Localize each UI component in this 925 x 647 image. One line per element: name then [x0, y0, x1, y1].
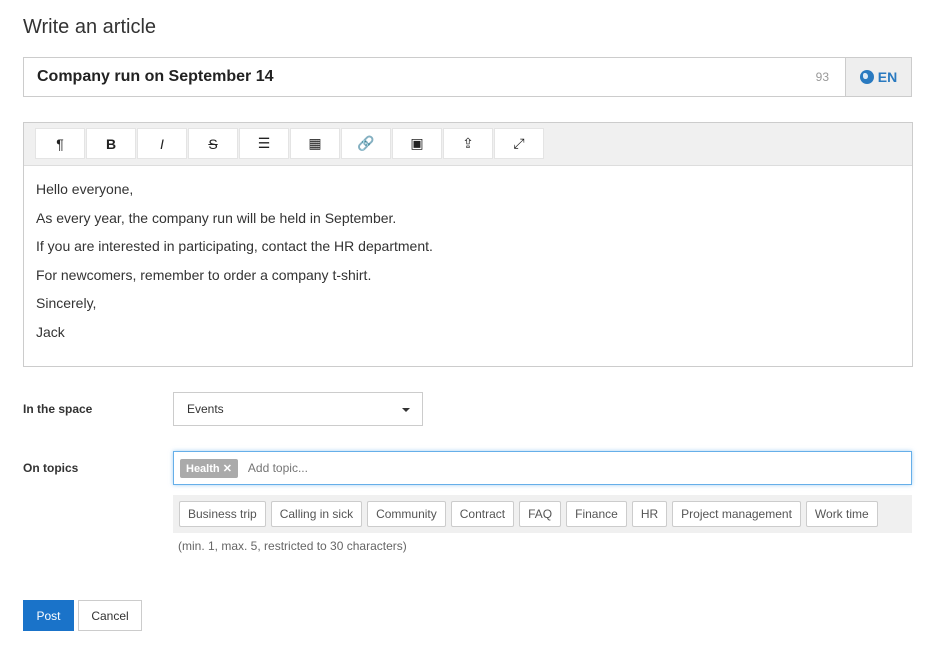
add-topic-input[interactable]	[247, 461, 911, 475]
italic-button[interactable]: I	[137, 128, 187, 159]
suggestion-chip[interactable]: HR	[631, 501, 668, 527]
table-icon: ▦	[308, 135, 322, 151]
suggestion-chip[interactable]: Calling in sick	[270, 501, 363, 527]
topic-suggestions: Business trip Calling in sick Community Con…	[173, 495, 912, 533]
strikethrough-button[interactable]: S	[188, 128, 238, 159]
space-label: In the space	[23, 402, 93, 416]
fullscreen-icon: ⤢	[513, 135, 525, 151]
table-button[interactable]: ▦	[290, 128, 340, 159]
suggestion-chip[interactable]: Community	[367, 501, 446, 527]
language-button[interactable]: EN	[845, 58, 911, 96]
page-title: Write an article	[23, 16, 157, 38]
bold-button[interactable]: B	[86, 128, 136, 159]
space-select[interactable]: Events	[173, 392, 423, 426]
paragraph: Jack	[36, 323, 65, 340]
topics-hint: (min. 1, max. 5, restricted to 30 charac…	[178, 539, 407, 553]
cancel-button[interactable]: Cancel	[78, 600, 142, 631]
paragraph: As every year, the company run will be h…	[36, 209, 397, 226]
paragraph-icon: ¶	[56, 135, 64, 152]
suggestion-chip[interactable]: Work time	[805, 501, 878, 527]
fullscreen-button[interactable]: ⤢	[494, 128, 544, 159]
upload-icon: ⇪	[462, 135, 474, 151]
image-icon: ▣	[410, 135, 424, 151]
post-button[interactable]: Post	[23, 600, 74, 631]
italic-icon: I	[160, 135, 164, 152]
article-title-field[interactable]: Company run on September 14 93 EN	[23, 57, 912, 97]
link-button[interactable]: 🔗	[341, 128, 391, 159]
paragraph: If you are interested in participating, …	[36, 238, 433, 255]
suggestion-chip[interactable]: Contract	[450, 501, 515, 527]
language-label: EN	[877, 69, 898, 85]
suggestion-chip[interactable]: FAQ	[519, 501, 562, 527]
paragraph: Hello everyone,	[36, 181, 134, 197]
paragraph-button[interactable]: ¶	[35, 128, 85, 159]
character-count: 93	[815, 70, 829, 84]
caret-down-icon	[402, 408, 410, 412]
remove-tag-icon[interactable]: ✕	[223, 463, 232, 475]
bold-icon: B	[105, 135, 117, 152]
article-title-input[interactable]: Company run on September 14	[24, 68, 816, 86]
suggestion-chip[interactable]: Project management	[672, 501, 801, 527]
rich-text-editor: ¶ B I S ☰ ▦ 🔗 ▣ ⇪ ⤢ Hello everyone, As every year,…	[23, 122, 913, 367]
space-value: Events	[187, 402, 224, 416]
link-icon: 🔗	[357, 135, 375, 151]
bullet-list-icon: ☰	[257, 135, 271, 151]
editor-toolbar: ¶ B I S ☰ ▦ 🔗 ▣ ⇪ ⤢	[24, 123, 912, 166]
strikethrough-icon: S	[208, 135, 218, 152]
image-button[interactable]: ▣	[392, 128, 442, 159]
paragraph: For newcomers, remember to order a compa…	[36, 266, 372, 283]
topics-input[interactable]: Health ✕	[173, 451, 912, 485]
bullet-list-button[interactable]: ☰	[239, 128, 289, 159]
upload-button[interactable]: ⇪	[443, 128, 493, 159]
topics-label: On topics	[23, 461, 79, 475]
suggestion-chip[interactable]: Finance	[566, 501, 627, 527]
editor-content[interactable]: Hello everyone, As every year, the compan…	[24, 166, 912, 356]
suggestion-chip[interactable]: Business trip	[179, 501, 266, 527]
paragraph: Sincerely,	[36, 295, 97, 312]
topic-tag: Health ✕	[180, 458, 238, 478]
globe-icon	[859, 70, 874, 84]
